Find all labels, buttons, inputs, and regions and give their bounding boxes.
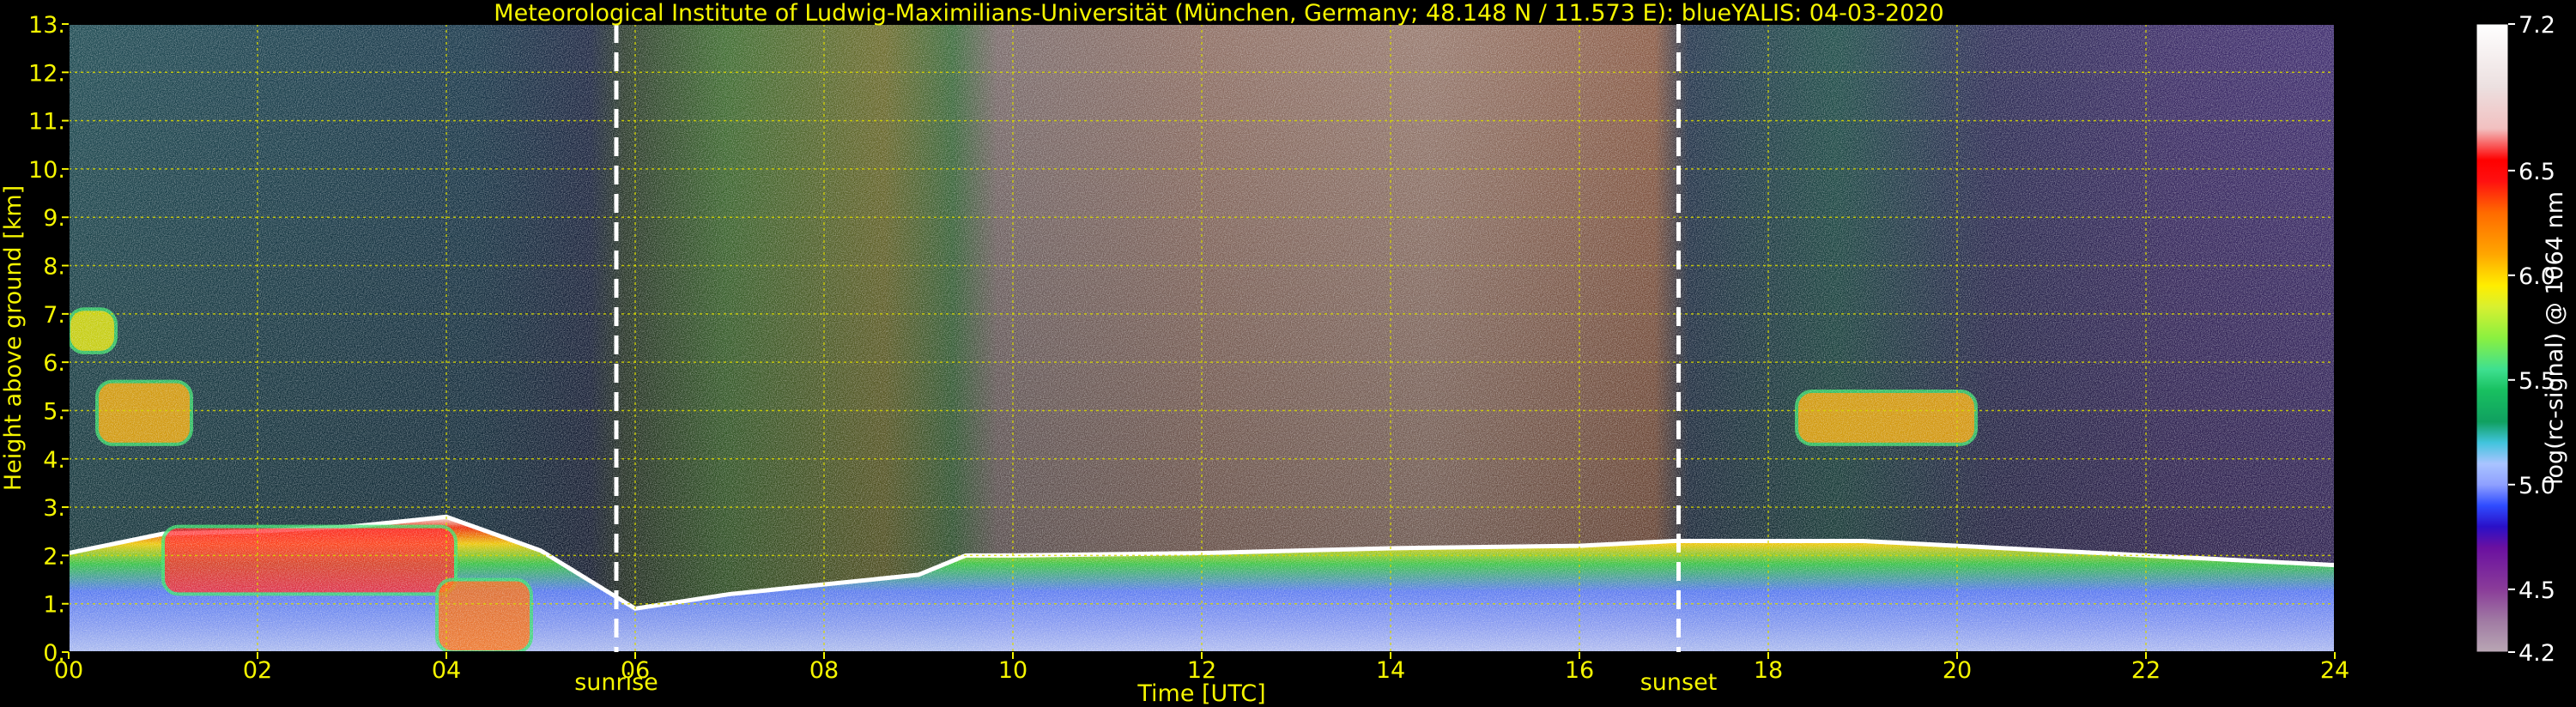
x-tick-label: 02 [243,657,272,684]
x-axis: 00 02 04 06 08 10 12 14 16 18 20 22 24 [54,652,2349,684]
x-tick-label: 18 [1754,657,1783,684]
chart-title: Meteorological Institute of Ludwig-Maxim… [494,0,1943,27]
x-tick-label: 08 [809,657,839,684]
x-tick-label: 24 [2320,657,2349,684]
y-tick-label: 13. [28,12,65,39]
colorbar-tick-label: 6.5 [2518,159,2555,185]
x-tick-label: 22 [2131,657,2161,684]
y-tick-label: 10. [28,157,65,184]
y-tick-label: 11. [28,109,65,136]
x-tick-label: 14 [1376,657,1405,684]
colorbar-tick-label: 4.5 [2518,577,2555,604]
y-tick-label: 2. [43,543,65,570]
sun-event-label: sunset [1640,669,1718,696]
y-tick-label: 8. [43,254,65,281]
lidar-quicklook: sunrise sunset 00 02 04 06 08 10 12 14 16 18 20 22 24… [0,0,2568,707]
x-tick-label: 06 [621,657,650,684]
x-tick-label: 20 [1943,657,1972,684]
x-tick-label: 16 [1565,657,1594,684]
y-tick-label: 6. [43,350,65,377]
colorbar-scale [2476,23,2509,653]
y-tick-label: 7. [43,302,65,329]
x-tick-label: 04 [432,657,461,684]
x-tick-label: 10 [998,657,1027,684]
y-tick-label: 4. [43,447,65,474]
y-tick-label: 3. [43,495,65,522]
colorbar-label: log(rc-signal) @ 1064 nm [2542,191,2568,485]
y-tick-label: 1. [43,592,65,619]
y-axis-label: Height above ground [km] [0,185,27,491]
colorbar-tick-label: 4.2 [2518,640,2555,667]
x-axis-label: Time [UTC] [1136,680,1265,707]
y-tick-label: 9. [43,205,65,232]
y-tick-label: 12. [28,60,65,87]
y-tick-label: 5. [43,398,65,425]
y-tick-label: 0. [43,640,65,667]
y-axis: 0. 1. 2. 3. 4. 5. 6. 7. 8. 9. 10. 11. 12. 13. [28,12,69,667]
colorbar-tick-label: 7.2 [2518,12,2555,39]
